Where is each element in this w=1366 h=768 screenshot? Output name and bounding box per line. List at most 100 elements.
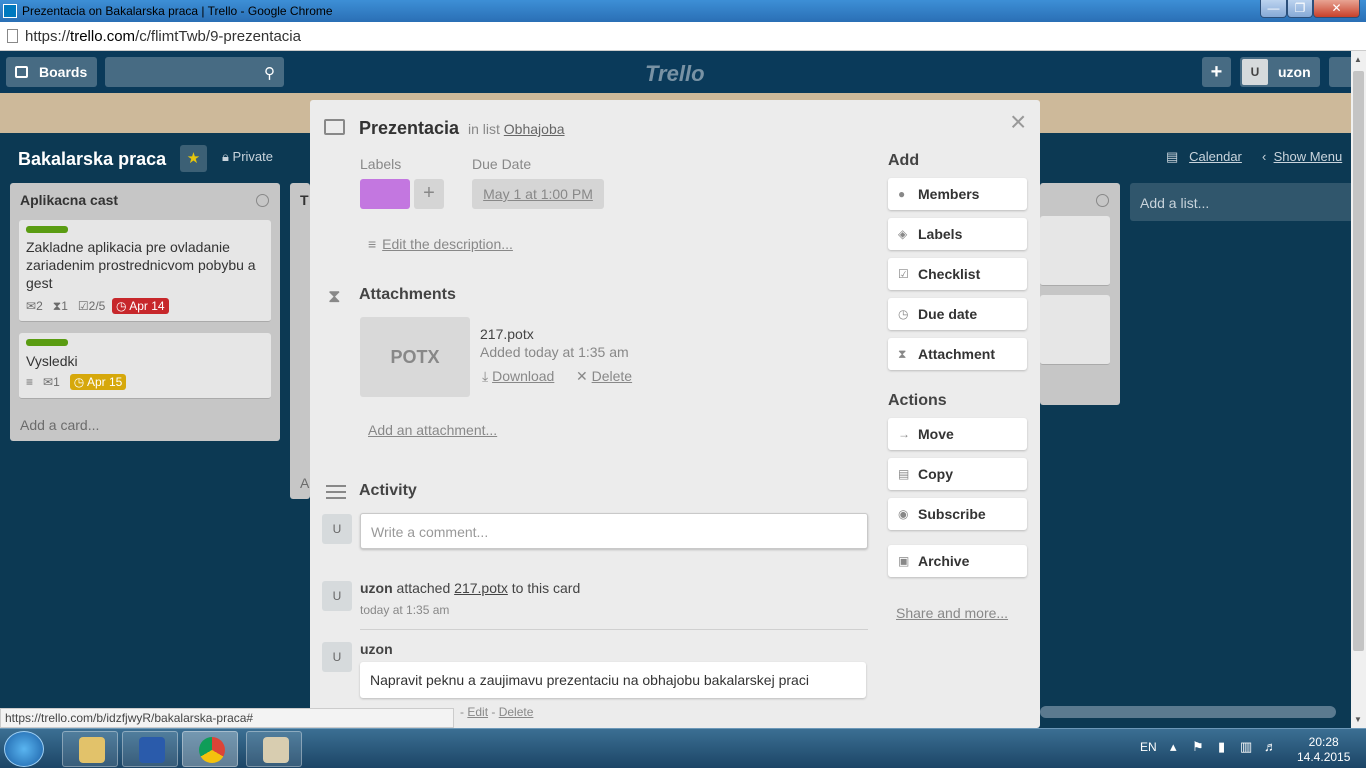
privacy-button[interactable]: 🔒︎ Private [222,149,273,165]
card-label-green [26,226,68,233]
subscribe-button[interactable]: ◉ Subscribe [888,498,1027,530]
add-card-link[interactable]: A [300,475,309,491]
card-label-green [26,339,68,346]
scroll-down-icon[interactable]: ▼ [1354,715,1362,724]
show-menu-label: Show Menu [1273,149,1343,164]
card[interactable] [1040,216,1110,286]
attachments-heading: Attachments [359,286,456,303]
battery-icon[interactable]: ▮ [1218,739,1225,755]
members-button[interactable]: ● Members [888,178,1027,210]
download-link[interactable]: ⤓ Download [482,368,554,385]
activity-time[interactable]: today at 1:35 am [360,603,449,617]
card-label-purple[interactable] [360,179,410,209]
checkbox-icon: ☑ [77,299,89,313]
card-list-info: in list Obhajoba [468,121,565,137]
attachment-label: Attachment [918,346,996,362]
url-domain: trello.com [70,28,136,45]
description-icon: ≡ [368,236,377,252]
list-title[interactable]: T [300,192,309,208]
boards-button[interactable]: Boards [6,57,97,87]
list-menu-icon[interactable] [1096,194,1109,207]
search-input[interactable]: ⚲ [105,57,284,87]
word-taskbar-button[interactable] [122,731,178,767]
card-title[interactable]: Prezentacia [359,118,459,139]
notifications-button[interactable] [1329,57,1351,87]
add-attachment-link[interactable]: Add an attachment... [368,422,497,438]
card-detail-modal: × Prezentacia in list Obhajoba Labels Du… [310,100,1040,728]
activity-user[interactable]: uzon [360,641,393,657]
network-icon[interactable]: ▥ [1240,739,1252,755]
copy-button[interactable]: ▤ Copy [888,458,1027,490]
card[interactable]: Vysledki ≡ ✉1 ◷ Apr 15 [19,333,271,399]
labels-button[interactable]: ◈ Labels [888,218,1027,250]
attachment-thumbnail[interactable]: POTX [360,317,470,397]
tray-expand-icon[interactable]: ▴ [1170,739,1177,755]
maximize-button[interactable]: ❐ [1287,0,1313,18]
list-title[interactable]: Aplikacna cast [20,192,118,208]
create-button[interactable]: + [1202,57,1231,87]
avatar[interactable]: U [322,642,352,672]
add-list-button[interactable]: Add a list... [1130,183,1351,221]
close-icon[interactable]: × [1010,106,1026,138]
attachment-button[interactable]: ⧗ Attachment [888,338,1027,370]
delete-label: Delete [591,368,633,384]
star-icon[interactable]: ★ [180,145,207,172]
due-date-button[interactable]: May 1 at 1:00 PM [472,179,604,209]
eye-icon: ◉ [898,507,909,521]
avatar[interactable]: U [322,581,352,611]
comment-icon: ✉ [43,375,54,389]
trello-header: Boards ⚲ Trello + U uzon [0,51,1351,93]
card[interactable] [1040,295,1110,365]
list-link[interactable]: Obhajoba [504,121,565,137]
in-list-label: in list [468,121,500,137]
url-text[interactable]: https://trello.com/c/flimtTwb/9-prezenta… [25,28,301,45]
share-link[interactable]: Share and more... [896,605,1008,621]
scroll-up-icon[interactable]: ▲ [1354,55,1362,64]
horizontal-scrollbar[interactable] [1040,706,1336,718]
calendar-button[interactable]: ▤ Calendar [1166,149,1242,165]
list-aplikacna-cast: Aplikacna cast Zakladne aplikacia pre ov… [10,183,280,441]
volume-icon[interactable]: ♬ [1264,739,1277,754]
clock-icon: ◷ [898,307,909,321]
delete-attachment-link[interactable]: ✕ Delete [576,368,632,385]
status-url: https://trello.com/b/idzfjwyR/bakalarska… [0,708,454,728]
card[interactable]: Zakladne aplikacia pre ovladanie zariade… [19,220,271,322]
activity-user[interactable]: uzon [360,580,393,596]
flag-icon[interactable]: ⚑ [1192,739,1204,755]
checklist-button[interactable]: ☑ Checklist [888,258,1027,290]
move-button[interactable]: → Move [888,418,1027,450]
explorer-taskbar-button[interactable] [62,731,118,767]
add-label-button[interactable]: + [414,179,444,209]
edit-description-label: Edit the description... [382,236,513,252]
edit-description-link[interactable]: ≡ Edit the description... [368,236,513,252]
clock[interactable]: 20:28 14.4.2015 [1297,735,1350,765]
vertical-scrollbar[interactable]: ▲ ▼ [1351,51,1366,728]
close-window-button[interactable]: ✕ [1313,0,1360,18]
delete-comment-link[interactable]: Delete [499,705,534,719]
language-indicator[interactable]: EN [1140,740,1157,754]
comment-input[interactable]: Write a comment... [360,513,868,549]
chrome-taskbar-button[interactable] [182,731,238,767]
show-menu-button[interactable]: ‹ Show Menu [1262,149,1342,164]
url-scheme: https:// [25,28,71,45]
due-date-sidebar-button[interactable]: ◷ Due date [888,298,1027,330]
trello-logo[interactable]: Trello [645,61,705,87]
labels-heading: Labels [360,156,402,172]
address-bar[interactable]: https://trello.com/c/flimtTwb/9-prezenta… [0,22,1366,51]
attachment-link[interactable]: 217.potx [454,580,508,596]
list-menu-icon[interactable] [256,194,269,207]
paperclip-icon: ⧗ [328,286,341,306]
paint-taskbar-button[interactable] [246,731,302,767]
attachment-count: 1 [61,299,68,313]
add-card-link[interactable]: Add a card... [20,417,99,433]
archive-button[interactable]: ▣ Archive [888,545,1027,577]
board-name[interactable]: Bakalarska praca [18,149,166,170]
minimize-button[interactable]: — [1260,0,1287,18]
calendar-icon: ▤ [1166,149,1190,164]
edit-comment-link[interactable]: Edit [467,705,488,719]
due-badge: ◷ Apr 15 [69,374,127,390]
scrollbar-thumb[interactable] [1353,71,1364,651]
windows-start-button[interactable] [4,731,44,767]
archive-icon: ▣ [898,554,910,568]
user-menu-button[interactable]: U uzon [1240,57,1320,87]
